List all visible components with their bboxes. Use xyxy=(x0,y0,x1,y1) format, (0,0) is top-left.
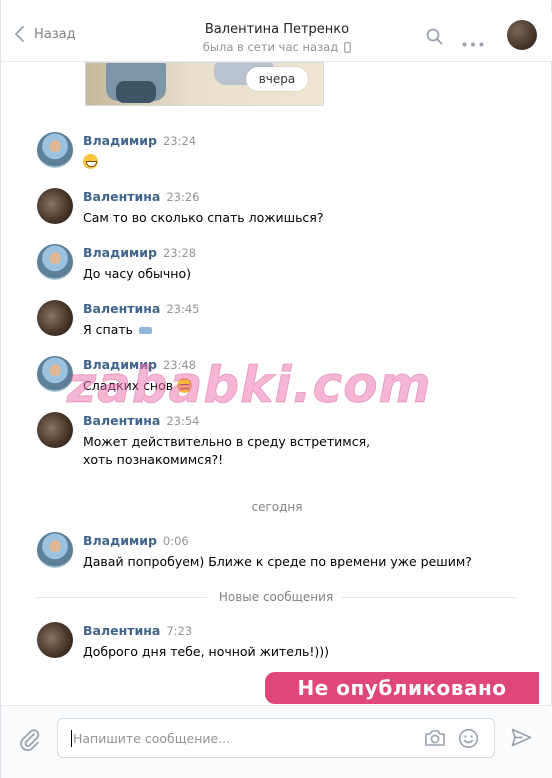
message-time: 23:54 xyxy=(166,414,200,428)
mobile-icon xyxy=(344,41,352,53)
new-messages-label: Новые сообщения xyxy=(210,590,342,604)
search-icon xyxy=(426,28,443,45)
message-text: Я спать xyxy=(83,321,503,339)
camera-icon xyxy=(425,730,445,746)
message-time: 23:24 xyxy=(162,134,197,148)
unpublished-badge: Не опубликовано xyxy=(265,672,539,704)
date-divider: сегодня xyxy=(251,500,303,514)
message-time: 23:45 xyxy=(166,302,200,316)
chat-header: Назад Валентина Петренко была в сети час… xyxy=(1,12,552,62)
attach-button[interactable] xyxy=(19,728,41,755)
camera-button[interactable] xyxy=(424,728,446,751)
bed-icon xyxy=(139,327,152,334)
new-messages-divider: Новые сообщения xyxy=(37,590,515,604)
avatar[interactable] xyxy=(37,300,73,336)
more-button[interactable] xyxy=(462,35,484,50)
date-pill: вчера xyxy=(246,67,308,91)
message-author[interactable]: Валентина 7:23 xyxy=(83,623,192,638)
message-text: Доброго дня тебе, ночной житель!))) xyxy=(83,644,329,659)
emoji-button[interactable] xyxy=(458,728,479,752)
watermark-text: zababki.com xyxy=(67,356,432,415)
message-author[interactable]: Владимир 23:28 xyxy=(83,245,196,260)
peer-avatar[interactable] xyxy=(507,20,537,50)
message-input[interactable] xyxy=(73,719,413,757)
message-time: 7:23 xyxy=(166,624,193,638)
message-composer xyxy=(1,705,552,778)
peer-status-text: была в сети час назад xyxy=(202,40,339,54)
grinning-face-icon xyxy=(83,154,98,169)
smile-icon xyxy=(458,728,479,749)
more-icon xyxy=(462,42,484,47)
peer-status: была в сети час назад xyxy=(202,40,352,54)
paperclip-icon xyxy=(20,729,40,751)
send-icon xyxy=(511,728,532,747)
message-time: 23:26 xyxy=(166,190,200,204)
message-text xyxy=(83,153,503,171)
message-author[interactable]: Валентина 23:54 xyxy=(83,413,199,428)
message-text: Давай попробуем) Ближе к среде по времен… xyxy=(83,554,472,569)
send-button[interactable] xyxy=(511,728,532,750)
message-text: До часу обычно) xyxy=(83,266,191,281)
chat-window: Назад Валентина Петренко была в сети час… xyxy=(0,0,552,778)
avatar[interactable] xyxy=(37,412,73,448)
message-author[interactable]: Валентина 23:45 xyxy=(83,301,199,316)
avatar[interactable] xyxy=(37,132,73,168)
avatar[interactable] xyxy=(37,622,73,658)
message-time: 0:06 xyxy=(162,534,189,548)
message-author[interactable]: Владимир 0:06 xyxy=(83,533,189,548)
message-input-box[interactable] xyxy=(57,718,495,758)
search-button[interactable] xyxy=(426,28,443,48)
message-time: 23:28 xyxy=(162,246,197,260)
message-text: Сам то во сколько спать ложишься? xyxy=(83,210,324,225)
avatar[interactable] xyxy=(37,532,73,568)
message-author[interactable]: Владимир 23:24 xyxy=(83,133,196,148)
avatar[interactable] xyxy=(37,188,73,224)
avatar[interactable] xyxy=(37,244,73,280)
message-text: Может действительно в среду встретимся, … xyxy=(83,434,371,467)
message-author[interactable]: Валентина 23:26 xyxy=(83,189,199,204)
